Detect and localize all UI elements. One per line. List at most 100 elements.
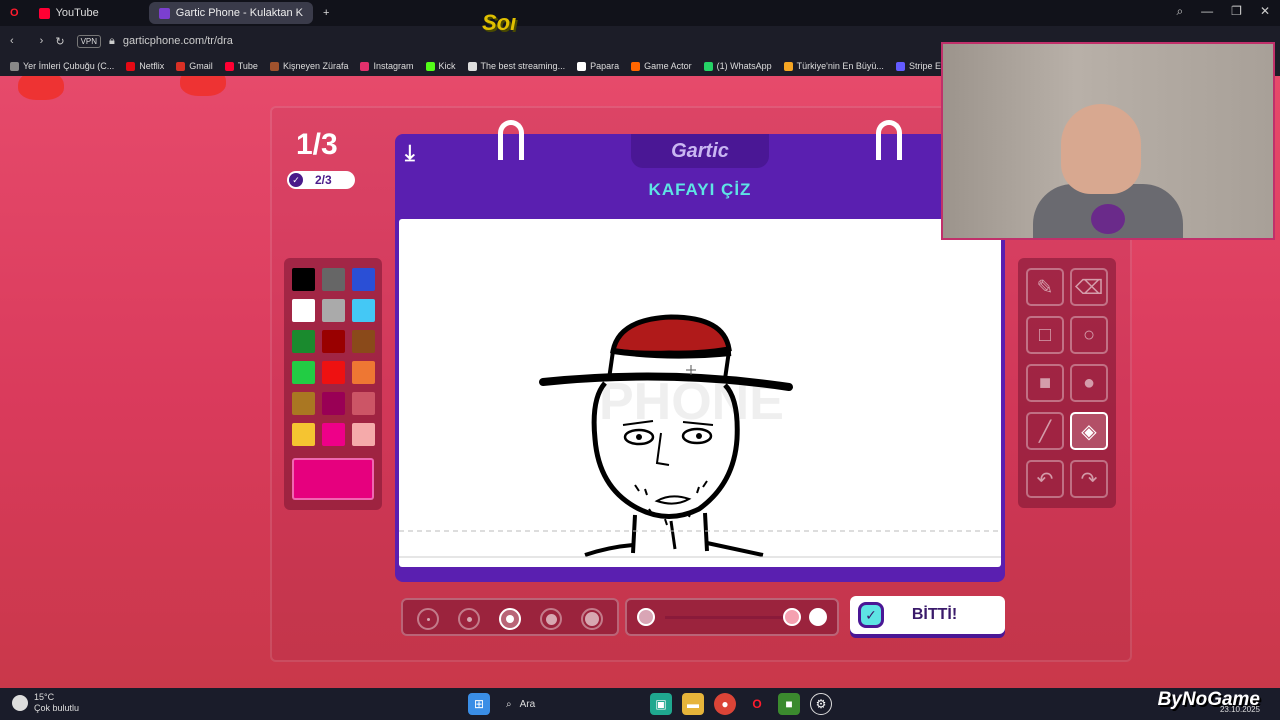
temperature: 15°C [34, 692, 55, 702]
tab-gartic[interactable]: Gartic Phone - Kulaktan K [148, 2, 313, 24]
steam-icon[interactable]: ⚙ [810, 693, 832, 715]
color-swatch[interactable] [352, 299, 375, 322]
file-explorer-icon[interactable]: ▬ [682, 693, 704, 715]
bookmark-item[interactable]: Papara [577, 61, 619, 71]
search-placeholder: Ara [519, 698, 536, 710]
line-tool[interactable]: ╱ [1026, 412, 1064, 450]
bookmark-item[interactable]: Game Actor [631, 61, 692, 71]
widgets-icon[interactable]: ▣ [650, 693, 672, 715]
bookmark-item[interactable]: Instagram [360, 61, 414, 71]
bookmark-label: The best streaming... [480, 61, 566, 71]
opacity-min-icon [637, 608, 655, 626]
prompt-card-header: ⤓ Gartic KAFAYI ÇİZ [395, 134, 1005, 216]
opera-menu-icon[interactable]: O [0, 2, 29, 24]
bookmark-label: Yer İmleri Çubuğu (C... [23, 61, 115, 71]
color-swatch[interactable] [292, 423, 315, 446]
mouth [654, 495, 692, 505]
windows-start-icon[interactable]: ⊞ [468, 693, 490, 715]
chrome-icon[interactable]: ● [714, 693, 736, 715]
selected-color-swatch[interactable] [292, 458, 374, 500]
bookmark-item[interactable]: (1) WhatsApp [703, 61, 772, 71]
reload-icon[interactable]: ↻ [55, 35, 64, 48]
brush-size-2[interactable] [458, 608, 480, 630]
close-button[interactable]: ✕ [1260, 4, 1270, 19]
color-swatch[interactable] [352, 268, 375, 291]
forward-icon[interactable]: › [40, 35, 44, 47]
opacity-knob[interactable] [783, 608, 801, 626]
taskbar-apps: ⊞ ⌕ Ara ▣ ▬ ● O ■ ⚙ [468, 692, 832, 716]
tab-youtube[interactable]: YouTube [29, 2, 109, 24]
download-icon[interactable]: ⤓ [405, 140, 429, 166]
color-swatch[interactable] [292, 392, 315, 415]
color-swatch[interactable] [292, 330, 315, 353]
color-swatch[interactable] [352, 423, 375, 446]
bookmark-item[interactable]: Gmail [176, 61, 213, 71]
minecraft-icon[interactable]: ■ [778, 693, 800, 715]
bookmark-item[interactable]: Yer İmleri Çubuğu (C... [10, 61, 114, 71]
opacity-track[interactable] [665, 616, 793, 619]
taskbar-search[interactable]: ⌕ Ara [500, 692, 640, 716]
cloud-icon [12, 695, 28, 711]
brush-size-5[interactable] [581, 608, 603, 630]
color-swatch[interactable] [352, 330, 375, 353]
maximize-button[interactable]: ❐ [1231, 4, 1242, 19]
back-icon[interactable]: ‹ [10, 35, 14, 47]
search-icon: ⌕ [506, 698, 512, 710]
binder-ring-right [876, 120, 902, 160]
bookmark-item[interactable]: Kick [425, 61, 456, 71]
rectangle-outline-tool[interactable]: □ [1026, 316, 1064, 354]
url-box[interactable]: VPN 🔒︎ garticphone.com/tr/dra [76, 34, 233, 48]
lock-icon: 🔒︎ [109, 34, 115, 47]
vpn-badge[interactable]: VPN [76, 34, 102, 48]
bookmark-icon [425, 61, 435, 71]
color-swatch[interactable] [322, 361, 345, 384]
color-swatch[interactable] [322, 392, 345, 415]
opacity-slider[interactable] [625, 598, 839, 636]
search-tabs-icon[interactable]: ⌕ [1176, 4, 1183, 19]
nose [655, 432, 670, 466]
weather-description: Çok bulutlu [34, 703, 80, 713]
done-button[interactable]: ✓ BİTTİ! [850, 596, 1005, 634]
bookmark-icon [467, 61, 477, 71]
redo-tool[interactable]: ↷ [1070, 460, 1108, 498]
bookmark-item[interactable]: Türkiye'nin En Büyü... [783, 61, 884, 71]
minimize-button[interactable]: — [1201, 4, 1213, 19]
pencil-tool[interactable]: ✎ [1026, 268, 1064, 306]
weather-widget[interactable]: 15°C Çok bulutlu [12, 692, 79, 714]
circle-outline-tool[interactable]: ○ [1070, 316, 1108, 354]
eraser-tool[interactable]: ⌫ [1070, 268, 1108, 306]
hat-crown [610, 314, 732, 356]
browser-tab-bar: O YouTube Gartic Phone - Kulaktan K + ⌕ … [0, 0, 1280, 26]
new-tab-button[interactable]: + [313, 2, 339, 24]
tab-label: YouTube [55, 7, 99, 19]
bookmark-item[interactable]: Tube [224, 61, 258, 71]
webcam-overlay [941, 42, 1275, 240]
gartic-icon [158, 7, 170, 19]
brush-size-1[interactable] [417, 608, 439, 630]
opera-icon[interactable]: O [746, 693, 768, 715]
bookmark-item[interactable]: Kişneyen Zürafa [269, 61, 348, 71]
bookmark-item[interactable]: The best streaming... [467, 61, 566, 71]
bookmark-icon [577, 61, 587, 71]
brush-size-3[interactable] [499, 608, 521, 630]
color-swatch[interactable] [352, 361, 375, 384]
brush-size-4[interactable] [540, 608, 562, 630]
color-swatch[interactable] [292, 361, 315, 384]
bookmark-item[interactable]: Netflix [126, 61, 164, 71]
color-swatch[interactable] [352, 392, 375, 415]
color-swatch[interactable] [292, 299, 315, 322]
bookmark-label: Game Actor [644, 61, 692, 71]
color-swatch[interactable] [322, 423, 345, 446]
url-text[interactable]: garticphone.com/tr/dra [123, 35, 233, 47]
fill-bucket-tool[interactable]: ◈ [1070, 412, 1108, 450]
rectangle-fill-tool[interactable]: ■ [1026, 364, 1064, 402]
drawing-canvas[interactable]: PHONE [399, 219, 1001, 567]
bookmark-icon [631, 61, 641, 71]
color-swatch[interactable] [322, 330, 345, 353]
color-swatch[interactable] [292, 268, 315, 291]
undo-tool[interactable]: ↶ [1026, 460, 1064, 498]
circle-fill-tool[interactable]: ● [1070, 364, 1108, 402]
color-swatch[interactable] [322, 299, 345, 322]
draw-prompt: KAFAYI ÇİZ [648, 180, 752, 199]
color-swatch[interactable] [322, 268, 345, 291]
